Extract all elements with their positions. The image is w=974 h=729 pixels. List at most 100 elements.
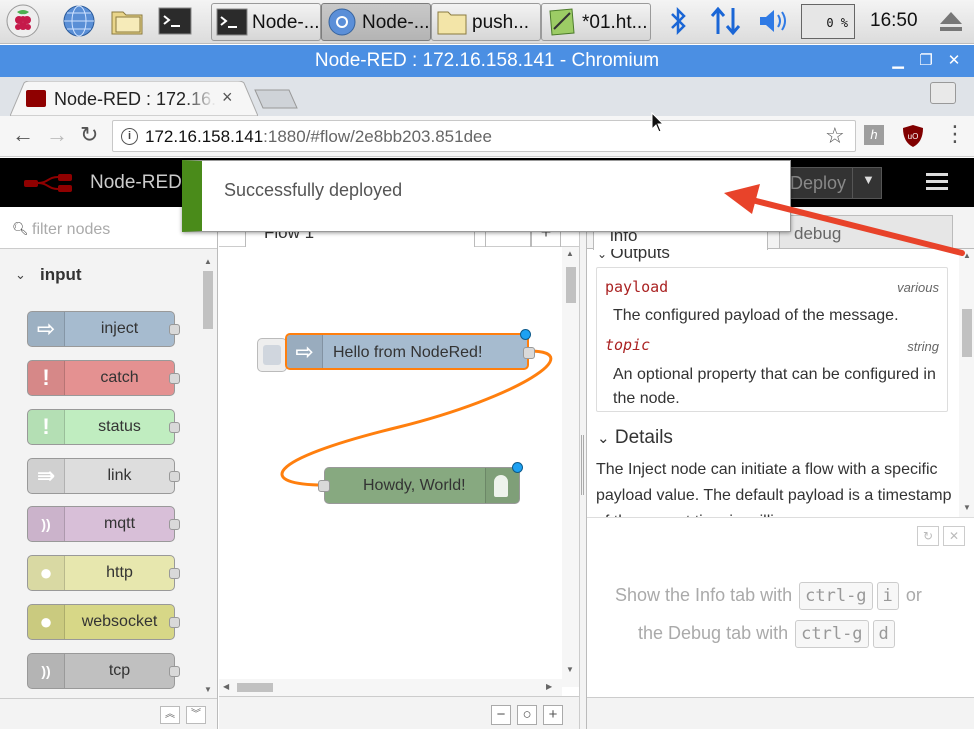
deploy-button[interactable]: Deploy ▼ [775, 167, 882, 199]
chromium-icon [328, 8, 356, 36]
flow-node-debug[interactable]: Howdy, World! [318, 462, 523, 504]
tab-debug[interactable]: debug [779, 215, 953, 248]
refresh-icon[interactable]: ↻ [917, 526, 939, 546]
scroll-up-icon[interactable]: ▲ [963, 251, 971, 260]
debug-shortcut-hint: the Debug tab with ctrl-g d [638, 620, 897, 648]
output-port [169, 471, 180, 482]
zoom-in-icon[interactable]: + [543, 705, 563, 725]
volume-icon[interactable] [756, 4, 792, 38]
input-port[interactable] [318, 480, 330, 492]
new-tab-button[interactable] [253, 89, 299, 109]
flow-canvas[interactable]: ⇨ Hello from NodeRed! Howdy, World! [219, 247, 562, 687]
raspberry-menu-icon[interactable] [6, 4, 40, 38]
browser-tab-active[interactable]: Node-RED : 172.16.158.141 × [10, 81, 258, 116]
nodered-favicon-icon [26, 90, 46, 107]
profile-icon[interactable] [930, 82, 956, 104]
info-shortcut-hint: Show the Info tab with ctrl-g i or [615, 582, 922, 610]
scroll-down-icon[interactable]: ▼ [566, 665, 574, 674]
palette-node-label: link [107, 467, 132, 484]
palette-scrollbar[interactable]: ▲ ▼ [200, 255, 217, 699]
flow-node-inject[interactable]: ⇨ Hello from NodeRed! [285, 329, 535, 370]
url-host: 172.16.158.141 [145, 127, 264, 146]
restore-icon[interactable]: ❐ [914, 45, 938, 77]
extension-h-icon[interactable]: h [864, 125, 884, 145]
tab-close-icon[interactable]: × [222, 87, 233, 108]
alert-icon: ! [28, 410, 65, 444]
palette-node-mqtt[interactable]: )) mqtt [27, 506, 180, 542]
output-port[interactable] [523, 347, 535, 359]
changed-indicator [520, 329, 531, 340]
scroll-down-icon[interactable]: ▼ [204, 685, 212, 694]
scroll-down-icon[interactable]: ▼ [963, 503, 971, 512]
taskbar-task-editor[interactable]: *01.ht... [541, 3, 651, 41]
sidebar-scrollbar[interactable]: ▲ ▼ [959, 249, 974, 517]
palette-node-tcp[interactable]: )) tcp [27, 653, 180, 689]
close-icon[interactable]: ✕ [942, 45, 966, 77]
workspace-horizontal-scrollbar[interactable]: ◀ ▶ [219, 679, 562, 696]
debug-toggle[interactable] [485, 468, 519, 503]
network-icon[interactable] [708, 4, 744, 38]
palette-node-http[interactable]: ● http [27, 555, 180, 591]
sidebar-separator[interactable] [579, 207, 586, 729]
expand-all-icon[interactable]: ︾ [186, 706, 206, 724]
chrome-menu-icon[interactable]: ⋮ [944, 121, 966, 147]
task-label: Node-... [362, 12, 430, 33]
scrollbar-thumb[interactable] [237, 683, 273, 692]
zoom-out-icon[interactable]: − [491, 705, 511, 725]
taskbar-task-terminal[interactable]: Node-... [211, 3, 321, 41]
site-info-icon[interactable]: i [121, 128, 138, 145]
scrollbar-thumb[interactable] [566, 267, 576, 303]
scroll-right-icon[interactable]: ▶ [546, 682, 552, 691]
property-name: topic [605, 336, 651, 354]
sidebar: info debug ⌄ Outputs payload various The… [586, 207, 974, 729]
bookmark-star-icon[interactable]: ☆ [825, 123, 845, 149]
details-header[interactable]: ⌄ Details [597, 427, 673, 449]
flow-node-label: Howdy, World! [363, 477, 466, 494]
scrollbar-thumb[interactable] [203, 271, 213, 329]
scroll-left-icon[interactable]: ◀ [223, 682, 229, 691]
palette-category-input[interactable]: ⌄ input [0, 255, 200, 295]
bluetooth-icon[interactable] [666, 4, 690, 38]
browser-tab-strip: Node-RED : 172.16.158.141 × [0, 77, 974, 116]
forward-arrow-icon[interactable]: → [46, 122, 68, 148]
scroll-up-icon[interactable]: ▲ [566, 249, 574, 258]
deploy-options-caret-icon[interactable]: ▼ [862, 172, 875, 187]
main-menu-hamburger-icon[interactable] [926, 173, 948, 191]
outputs-header-label: Outputs [610, 249, 670, 262]
back-arrow-icon[interactable]: ← [12, 122, 34, 148]
palette-node-inject[interactable]: ⇨ inject [27, 311, 180, 347]
palette-node-websocket[interactable]: ● websocket [27, 604, 180, 640]
palette-node-link[interactable]: ⇛ link [27, 458, 180, 494]
scroll-up-icon[interactable]: ▲ [204, 257, 212, 266]
inject-trigger-button[interactable] [257, 338, 287, 372]
chevron-down-icon: ⌄ [597, 430, 610, 447]
zoom-reset-icon[interactable]: ○ [517, 705, 537, 725]
workspace-vertical-scrollbar[interactable]: ▲ ▼ [562, 247, 579, 687]
palette-node-label: status [98, 418, 141, 435]
minimize-icon[interactable]: ▁ [886, 45, 910, 77]
taskbar-task-chromium[interactable]: Node-... [321, 3, 431, 41]
tab-debug-label: debug [794, 224, 842, 243]
taskbar-task-folder[interactable]: push... [431, 3, 541, 41]
debug-icon [494, 475, 508, 497]
arrow-in-icon: ⇨ [28, 312, 65, 346]
palette-node-catch[interactable]: ! catch [27, 360, 180, 396]
terminal-icon[interactable] [158, 4, 192, 38]
bridge-icon: )) [28, 507, 65, 541]
palette-node-status[interactable]: ! status [27, 409, 180, 445]
palette-node-label: mqtt [103, 515, 136, 532]
url-text[interactable]: 172.16.158.141:1880/#flow/2e8bb203.851de… [145, 127, 492, 147]
collapse-all-icon[interactable]: ︽ [160, 706, 180, 724]
address-bar[interactable]: i 172.16.158.141:1880/#flow/2e8bb203.851… [112, 120, 856, 152]
eject-icon[interactable] [936, 4, 966, 38]
scrollbar-thumb[interactable] [962, 309, 972, 357]
palette-footer: ︽ ︾ [0, 698, 217, 729]
outputs-header[interactable]: ⌄ Outputs [597, 249, 670, 263]
node-palette: 🔍︎ filter nodes ⌄ input ⇨ inject ! catch… [0, 207, 218, 729]
cpu-usage-monitor: 0 % [801, 4, 855, 39]
web-browser-icon[interactable] [62, 4, 96, 38]
reload-icon[interactable]: ↻ [80, 122, 98, 148]
close-icon[interactable]: ✕ [943, 526, 965, 546]
file-manager-icon[interactable] [110, 4, 144, 38]
ublock-icon[interactable]: uO [902, 124, 924, 148]
